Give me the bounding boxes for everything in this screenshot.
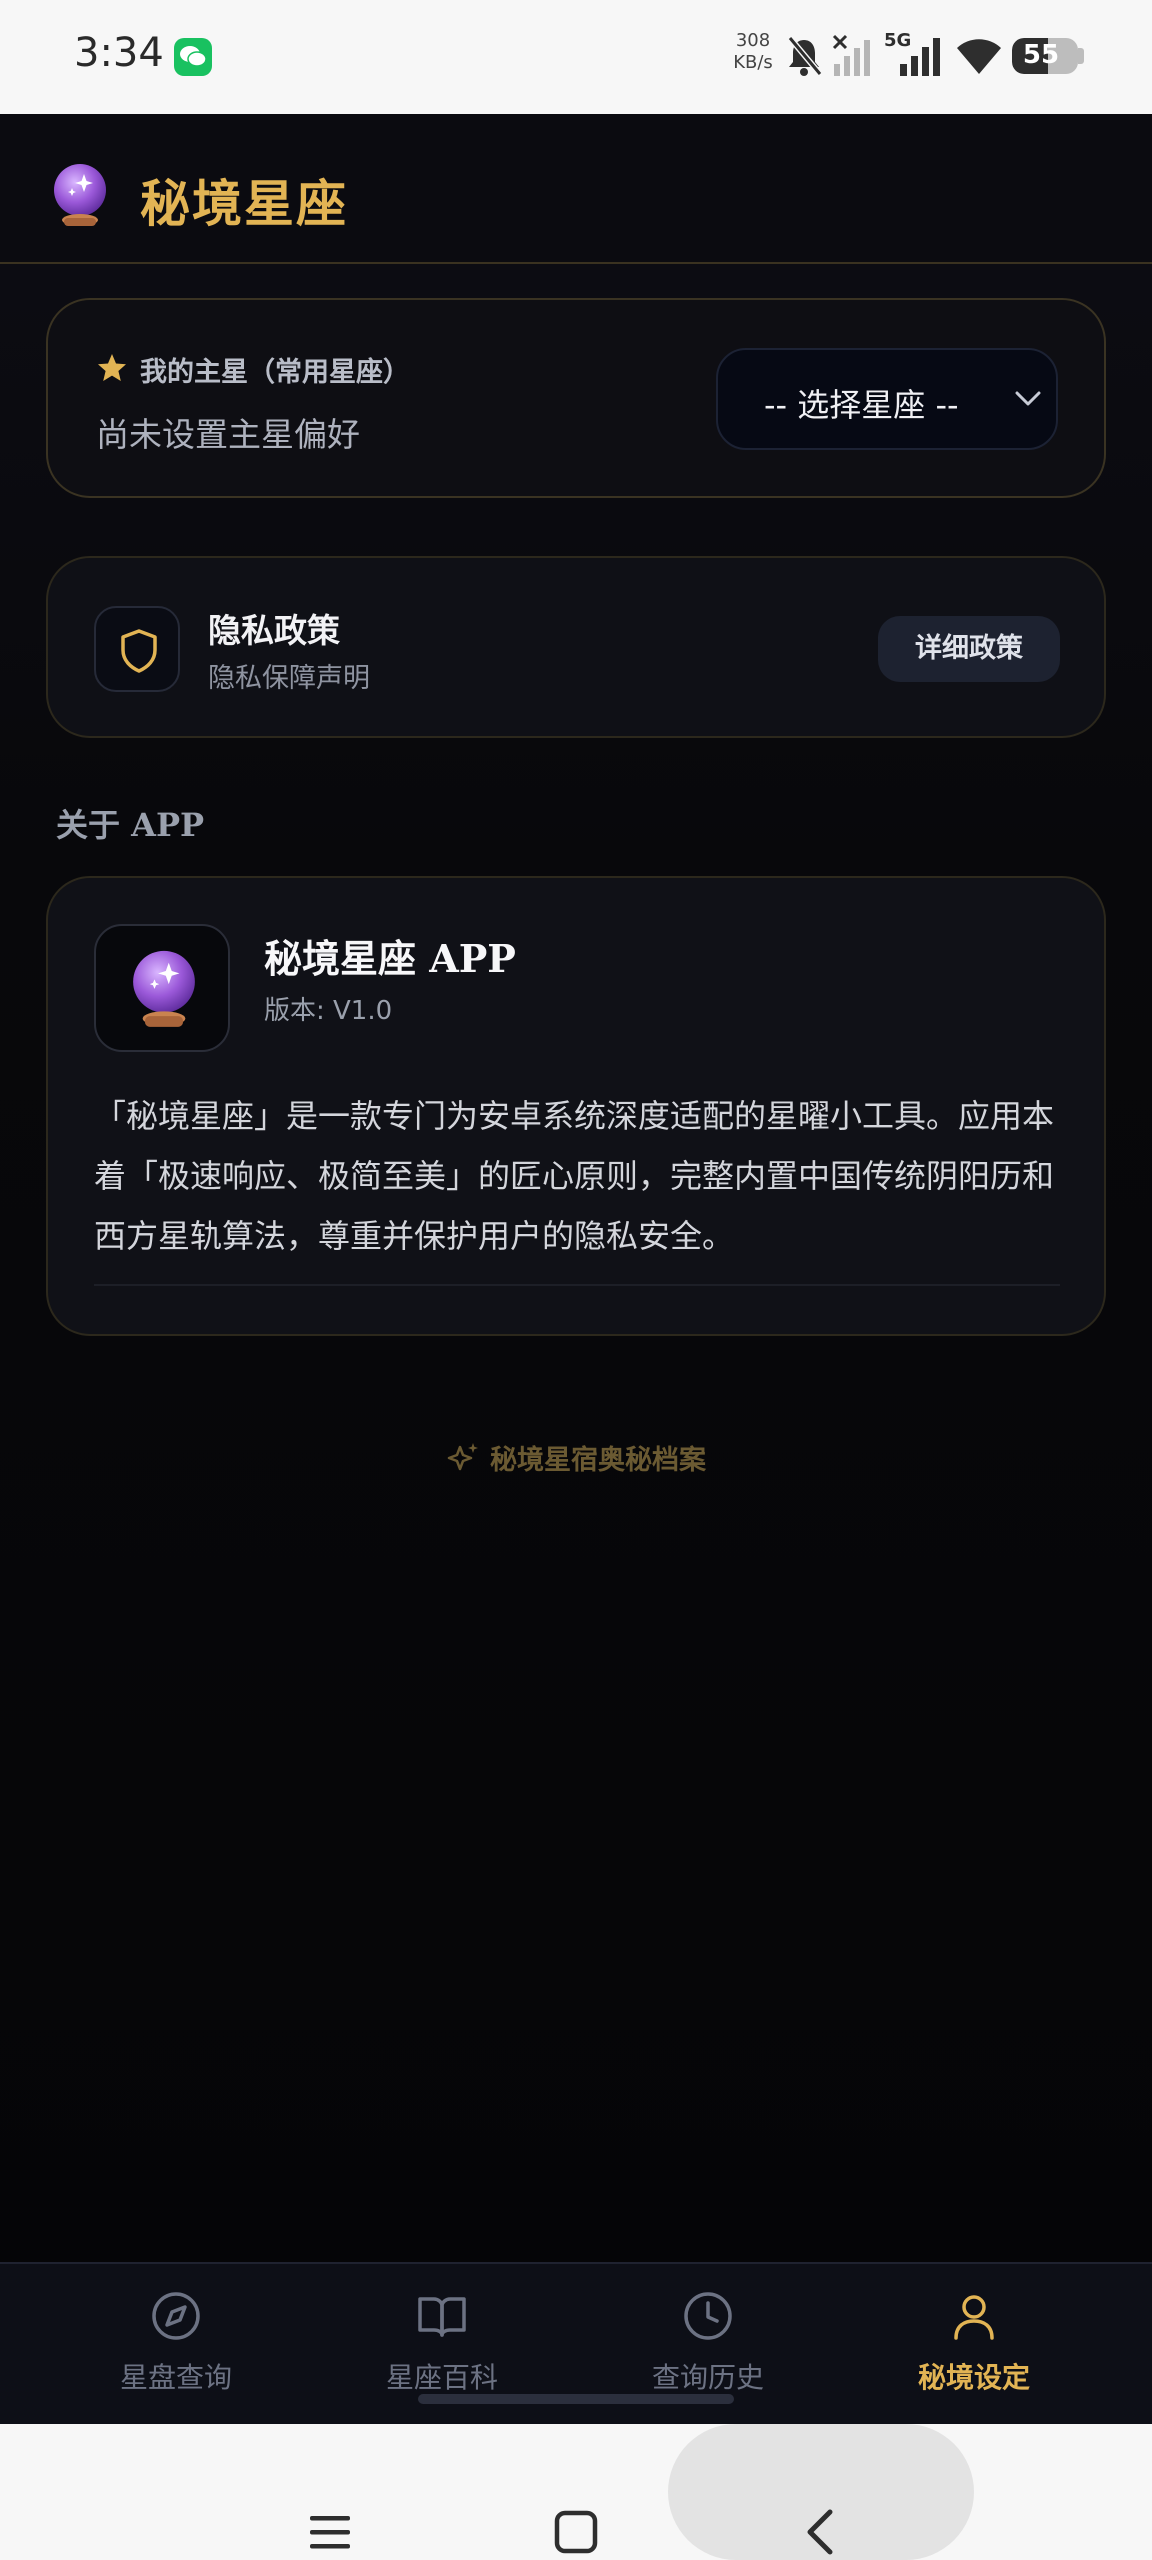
- signal-empty-icon: [832, 34, 870, 76]
- about-app-name: 秘境星座 APP: [264, 936, 516, 981]
- zodiac-select-value: -- 选择星座 --: [764, 386, 959, 424]
- star-icon: [98, 354, 126, 381]
- app-title: 秘境星座: [140, 174, 348, 233]
- privacy-card[interactable]: 隐私政策 隐私保障声明 详细政策: [46, 556, 1106, 738]
- user-icon: [954, 2295, 994, 2340]
- footer-tag: 秘境星宿奥秘档案: [0, 1438, 1152, 1479]
- privacy-subtitle: 隐私保障声明: [208, 663, 370, 694]
- favorite-subtitle: 尚未设置主星偏好: [96, 415, 360, 454]
- about-version: 版本: V1.0: [264, 996, 393, 1026]
- app-header: 秘境星座: [0, 114, 1152, 264]
- settings-content[interactable]: 我的主星（常用星座） 尚未设置主星偏好 -- 选择星座 -- 隐私政策 隐私保障…: [0, 264, 1152, 2262]
- divider: [94, 1284, 1060, 1286]
- footer-tag-text: 秘境星宿奥秘档案: [490, 1445, 706, 1476]
- net-speed: 308 KB/s: [733, 30, 773, 73]
- clock-icon: [684, 2292, 732, 2340]
- back-icon[interactable]: [792, 2464, 852, 2560]
- chevron-down-icon: [1015, 391, 1041, 406]
- favorite-sign-card: 我的主星（常用星座） 尚未设置主星偏好 -- 选择星座 --: [46, 298, 1106, 498]
- nav-item-chart-query[interactable]: 星盘查询: [32, 2264, 320, 2426]
- crystal-ball-icon: [54, 164, 106, 226]
- about-section-label: 关于 APP: [56, 806, 205, 844]
- app-icon: [94, 924, 230, 1052]
- nav-item-settings[interactable]: 秘境设定: [830, 2264, 1118, 2426]
- privacy-policy-button[interactable]: 详细政策: [878, 616, 1060, 682]
- status-bar: 3:34 308 KB/s 5G 55: [0, 0, 1152, 114]
- signal-full-icon: [900, 38, 940, 76]
- battery-cap: [1078, 48, 1084, 64]
- shield-icon: [121, 629, 157, 673]
- crystal-ball-icon: [133, 950, 195, 1027]
- compass-icon: [152, 2292, 200, 2340]
- bell-muted-icon: [787, 36, 823, 76]
- wechat-notification-icon: [174, 38, 212, 76]
- menu-icon[interactable]: [300, 2464, 362, 2560]
- about-description: 「秘境星座」是一款专门为安卓系统深度适配的星曜小工具。应用本着「极速响应、极简至…: [94, 1097, 1055, 1255]
- battery-icon: 55: [1012, 38, 1078, 74]
- zodiac-select[interactable]: -- 选择星座 --: [716, 348, 1058, 450]
- sparkles-icon: [447, 1442, 478, 1470]
- about-card: 秘境星座 APP 版本: V1.0 「秘境星座」是一款专门为安卓系统深度适配的星…: [46, 876, 1106, 1336]
- book-icon: [418, 2297, 466, 2337]
- privacy-title: 隐私政策: [208, 611, 340, 650]
- favorite-title: 我的主星（常用星座）: [140, 357, 410, 388]
- home-icon[interactable]: [546, 2464, 606, 2560]
- home-indicator[interactable]: [418, 2394, 734, 2404]
- wifi-icon: [957, 39, 1001, 74]
- shield-icon-box: [94, 606, 180, 692]
- status-time: 3:34: [74, 30, 164, 76]
